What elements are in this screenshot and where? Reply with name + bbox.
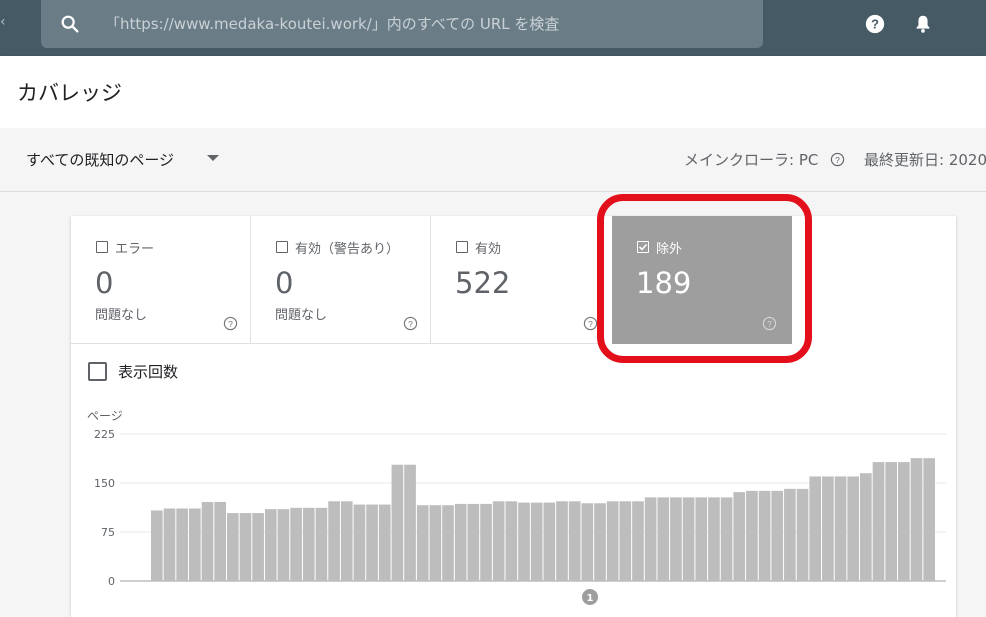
chart-bar — [290, 507, 302, 581]
chart-bar — [923, 458, 935, 581]
chart-bar — [682, 497, 695, 581]
chart-bar — [543, 502, 556, 581]
chart-bar — [416, 505, 429, 581]
chart-bar — [898, 462, 910, 581]
chart-bar — [252, 513, 264, 581]
coverage-chart: ページ 0 75 150 225 1 — [87, 409, 946, 605]
chart-bar — [442, 505, 454, 581]
chart-bar — [353, 504, 366, 581]
chart-bar — [176, 508, 188, 581]
chart-bar — [480, 503, 492, 581]
chart-bar — [860, 473, 872, 581]
chart-bar — [910, 458, 923, 581]
chart-bar — [720, 497, 733, 581]
chart-bar — [429, 505, 442, 581]
chart-bar — [834, 476, 847, 581]
chart-bar — [594, 503, 606, 581]
y-tick-label: 0 — [108, 575, 115, 588]
chart-bar — [644, 497, 657, 581]
chart-bar — [163, 508, 176, 581]
chart-bar — [796, 488, 809, 581]
chart-bar — [226, 513, 239, 581]
y-tick-label: 75 — [101, 526, 115, 539]
chart-bar — [758, 490, 771, 581]
chart-bar — [695, 497, 708, 581]
y-tick-label: 150 — [94, 477, 115, 490]
chart-bar — [581, 503, 594, 581]
chart-bar — [733, 492, 746, 581]
chart-bar — [454, 503, 467, 581]
chart-bar — [315, 507, 328, 581]
chart-bar — [670, 497, 682, 581]
chart-bar — [188, 508, 201, 581]
chart-bar — [556, 501, 568, 581]
chart-bar — [277, 509, 290, 581]
chart-bar — [239, 513, 252, 581]
chart-bar — [619, 501, 632, 581]
chart-bar — [708, 497, 720, 581]
chart-bar — [872, 462, 885, 581]
chart-bar — [518, 502, 530, 581]
y-axis-label: ページ — [87, 409, 123, 423]
chart-bar — [657, 497, 670, 581]
chart-bar — [822, 476, 834, 581]
chart-bar — [632, 501, 644, 581]
chart-bar — [771, 490, 784, 581]
chart-bar — [606, 501, 619, 581]
chart-bar — [492, 501, 505, 581]
chart-bar — [505, 501, 518, 581]
chart-bar — [746, 490, 758, 581]
chart-bar — [302, 507, 315, 581]
chart-bar — [264, 509, 277, 581]
chart-bar — [809, 476, 822, 581]
chart-bar — [328, 501, 340, 581]
chart-bar — [568, 501, 581, 581]
chart-bar — [366, 504, 378, 581]
y-tick-label: 225 — [94, 428, 115, 441]
chart-bar — [784, 488, 796, 581]
chart-bar — [885, 462, 898, 581]
chart-bar — [214, 501, 226, 581]
chart-bar — [151, 510, 163, 581]
chart-bar — [530, 502, 543, 581]
chart-bar — [201, 501, 214, 581]
chart-bar — [378, 504, 391, 581]
chart-bar — [467, 503, 480, 581]
annotation-label: 1 — [587, 593, 594, 604]
chart-bar — [847, 476, 860, 581]
chart-bar — [404, 464, 416, 581]
chart-bar — [340, 501, 353, 581]
chart-bar — [391, 464, 404, 581]
